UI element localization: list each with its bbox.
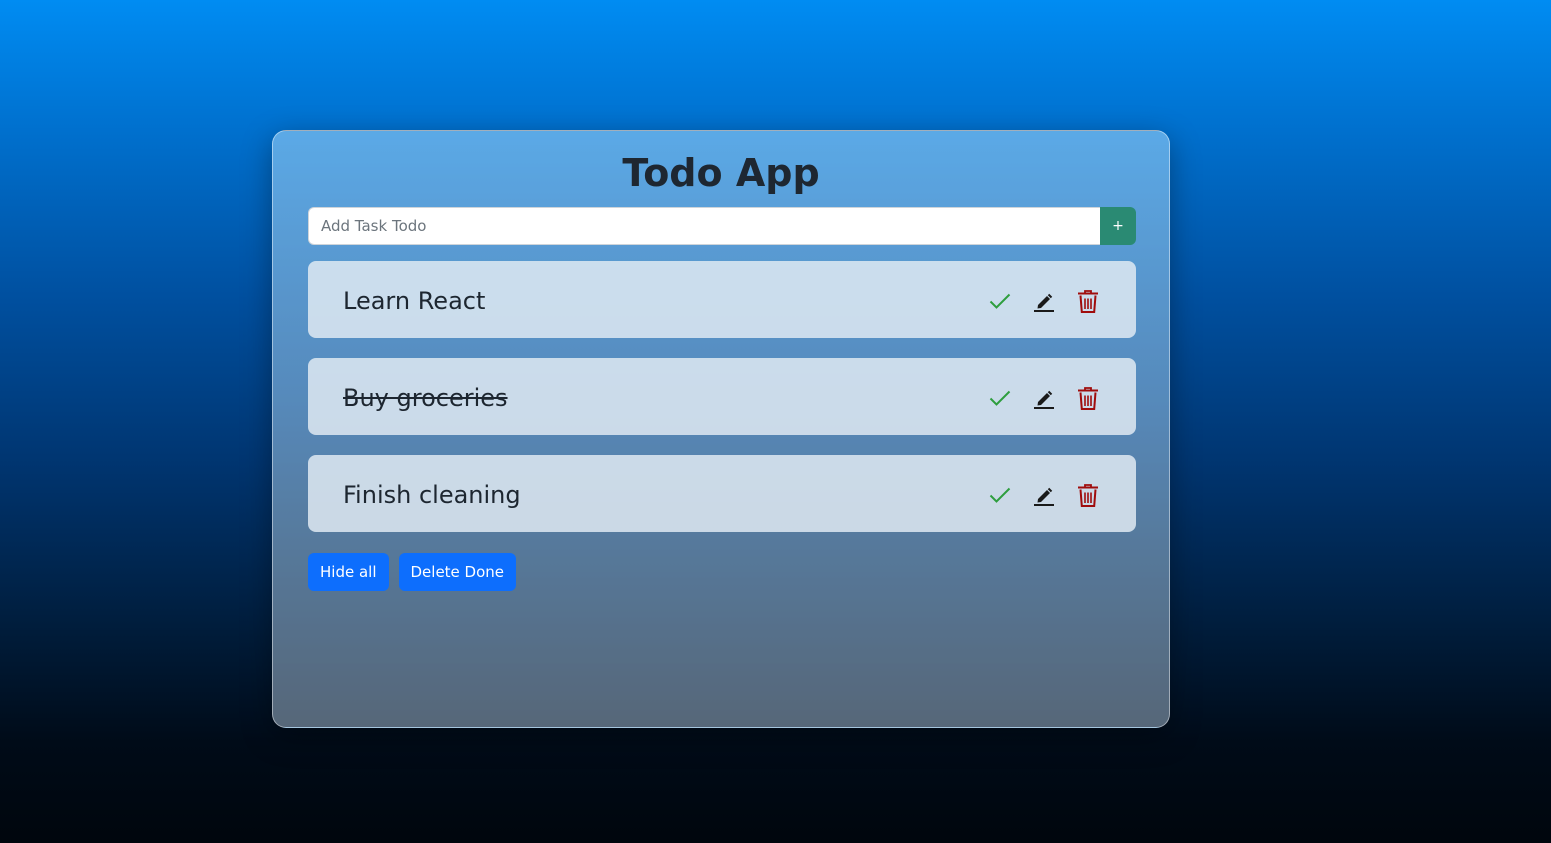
add-task-row: + — [308, 207, 1136, 245]
pencil-icon[interactable] — [1032, 288, 1056, 314]
pencil-icon[interactable] — [1032, 385, 1056, 411]
pencil-icon[interactable] — [1032, 482, 1056, 508]
todo-text: Buy groceries — [343, 384, 508, 412]
todo-text: Finish cleaning — [343, 481, 521, 509]
check-icon[interactable] — [988, 385, 1012, 411]
todo-actions — [988, 385, 1100, 411]
page-title: Todo App — [622, 151, 820, 195]
todo-card: Todo App + Learn React Buy groceries — [272, 130, 1170, 728]
trash-icon[interactable] — [1076, 482, 1100, 508]
footer-actions: Hide all Delete Done — [308, 553, 517, 591]
todo-item: Buy groceries — [308, 358, 1136, 435]
trash-icon[interactable] — [1076, 385, 1100, 411]
trash-icon[interactable] — [1076, 288, 1100, 314]
todo-list: Learn React Buy groceries Finish cleanin… — [308, 261, 1136, 552]
hide-all-button[interactable]: Hide all — [308, 553, 389, 591]
todo-text: Learn React — [343, 287, 486, 315]
todo-actions — [988, 482, 1100, 508]
todo-actions — [988, 288, 1100, 314]
check-icon[interactable] — [988, 288, 1012, 314]
todo-item: Finish cleaning — [308, 455, 1136, 532]
delete-done-button[interactable]: Delete Done — [398, 553, 517, 591]
todo-item: Learn React — [308, 261, 1136, 338]
check-icon[interactable] — [988, 482, 1012, 508]
add-task-input[interactable] — [308, 207, 1100, 245]
add-task-button[interactable]: + — [1100, 207, 1136, 245]
